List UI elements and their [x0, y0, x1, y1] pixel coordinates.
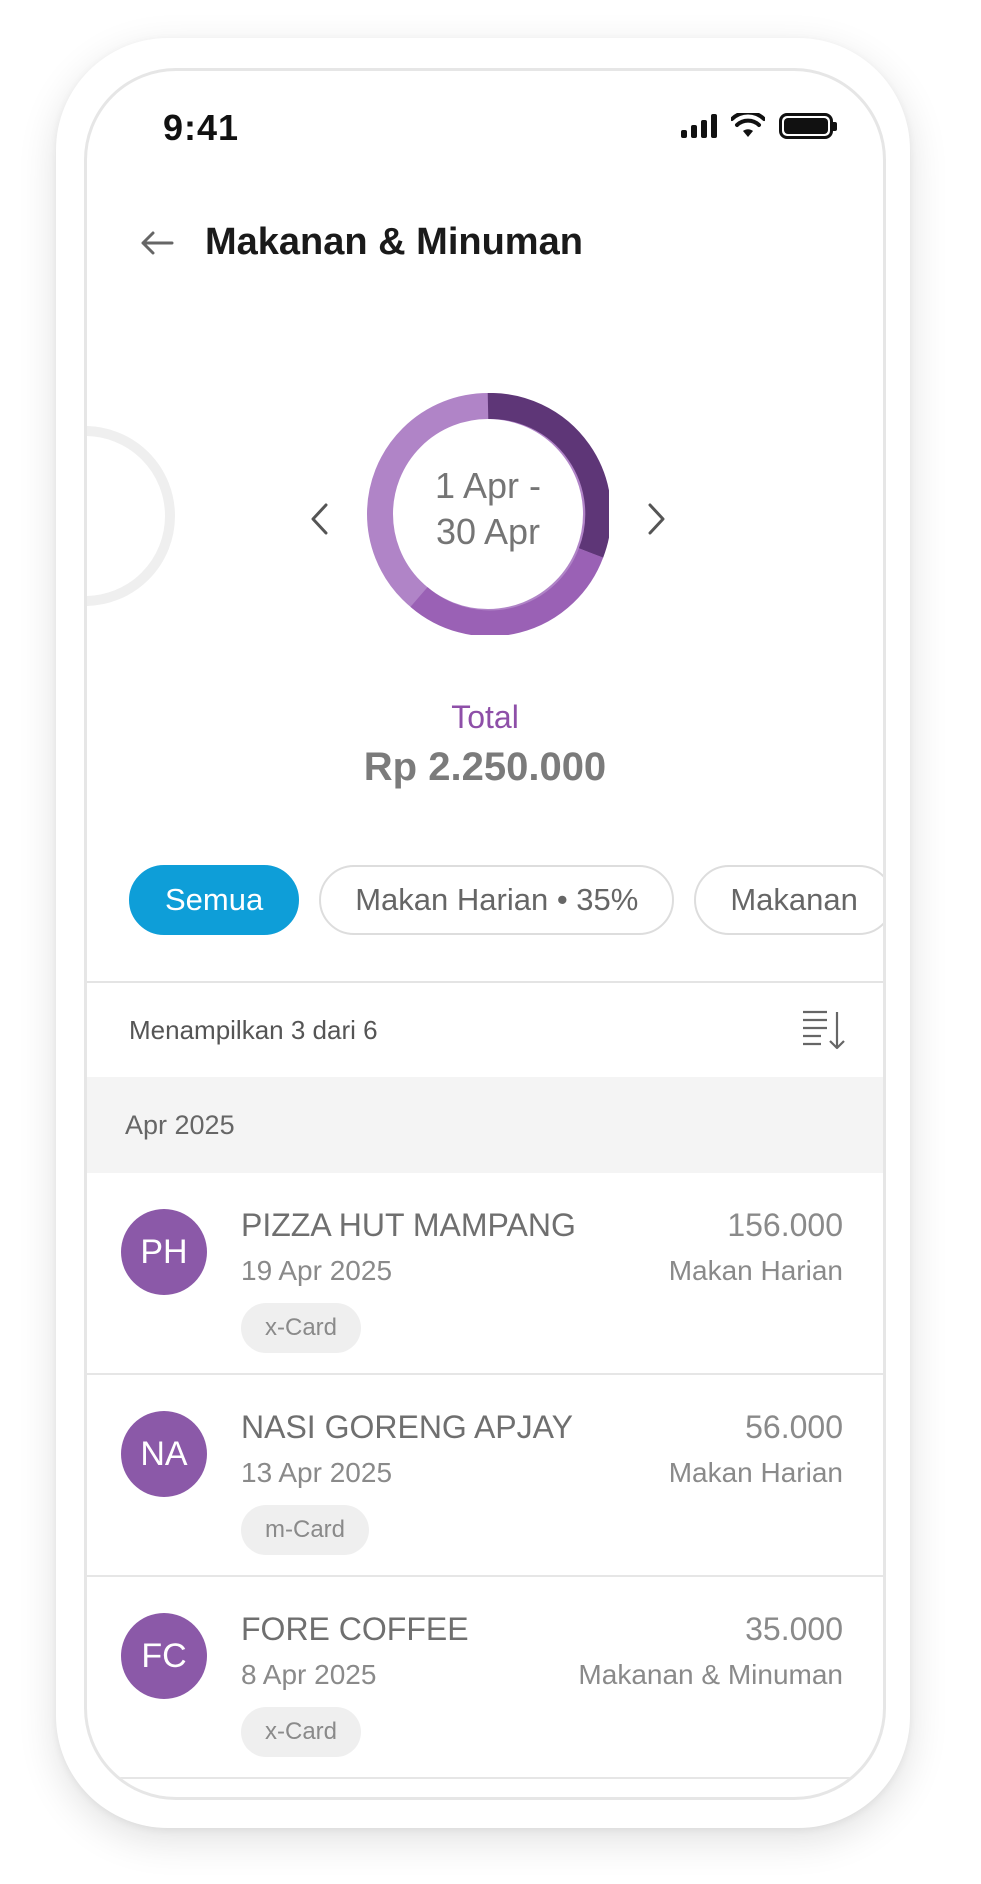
list-toolbar: Menampilkan 3 dari 6 — [87, 981, 883, 1077]
cellular-signal-icon — [681, 114, 717, 138]
transaction-amount: 35.000 — [745, 1611, 843, 1647]
filter-chip-makanan[interactable]: Makanan — [694, 865, 883, 935]
page-title: Makanan & Minuman — [205, 221, 583, 263]
transaction-amount: 156.000 — [727, 1207, 843, 1243]
wifi-icon — [731, 113, 765, 137]
card-badge: m-Card — [241, 1505, 370, 1555]
merchant-avatar: NA — [121, 1411, 207, 1497]
transaction-row[interactable]: NA NASI GORENG APJAY 13 Apr 2025 m-Card … — [87, 1375, 883, 1577]
chevron-right-icon[interactable] — [637, 489, 677, 549]
app-screen: 9:41 Makanan & Minuman 1 Apr - 30 Apr To… — [87, 71, 883, 1797]
transaction-date: 19 Apr 2025 — [241, 1255, 393, 1286]
status-time: 9:41 — [163, 107, 240, 148]
period-start: 1 Apr - — [434, 465, 542, 506]
filter-chip-makan-harian[interactable]: Makan Harian • 35% — [319, 865, 675, 935]
transaction-date: 13 Apr 2025 — [241, 1457, 393, 1488]
sort-descending-icon[interactable] — [799, 1006, 847, 1054]
arrow-left-icon[interactable] — [137, 223, 177, 263]
transaction-category: Makan Harian — [668, 1255, 843, 1286]
transaction-amount: 56.000 — [745, 1409, 843, 1445]
merchant-name: PIZZA HUT MAMPANG — [241, 1207, 576, 1243]
transaction-row[interactable]: FC FORE COFFEE 8 Apr 2025 x-Card 35.000 … — [87, 1577, 883, 1779]
transaction-category: Makanan & Minuman — [578, 1659, 843, 1690]
filter-chip-semua[interactable]: Semua — [129, 865, 300, 935]
month-group-header: Apr 2025 — [87, 1077, 883, 1173]
category-filter-chips: Semua Makan Harian • 35% Makanan — [129, 865, 883, 935]
total-amount: Rp 2.250.000 — [363, 745, 607, 789]
previous-period-ring[interactable] — [87, 426, 175, 606]
transaction-category: Makan Harian — [668, 1457, 843, 1488]
device-screen: 9:41 Makanan & Minuman 1 Apr - 30 Apr To… — [84, 68, 886, 1800]
merchant-avatar: FC — [121, 1613, 207, 1699]
page-header: Makanan & Minuman — [137, 221, 583, 264]
transaction-date: 8 Apr 2025 — [241, 1659, 377, 1690]
merchant-name: FORE COFFEE — [241, 1611, 469, 1647]
period-end: 30 Apr — [435, 511, 541, 552]
card-badge: x-Card — [241, 1707, 362, 1757]
card-badge: x-Card — [241, 1303, 362, 1353]
status-icons — [681, 113, 837, 139]
total-label: Total — [451, 699, 519, 735]
merchant-name: NASI GORENG APJAY — [241, 1409, 573, 1445]
result-count: Menampilkan 3 dari 6 — [129, 1014, 378, 1045]
transaction-row[interactable]: PH PIZZA HUT MAMPANG 19 Apr 2025 x-Card … — [87, 1173, 883, 1375]
chevron-left-icon[interactable] — [299, 489, 339, 549]
period-label: 1 Apr - 30 Apr — [367, 463, 609, 555]
battery-icon — [779, 113, 837, 139]
merchant-avatar: PH — [121, 1209, 207, 1295]
